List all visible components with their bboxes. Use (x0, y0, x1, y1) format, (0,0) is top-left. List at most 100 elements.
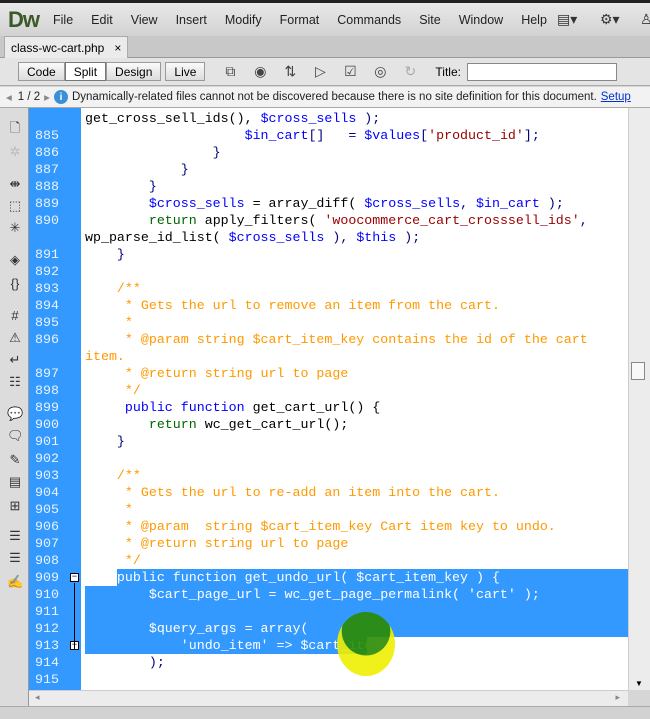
code-line[interactable]: 888 } (29, 178, 628, 195)
code-line[interactable]: 896 * @param string $cart_item_key conta… (29, 331, 628, 348)
fold-toggle-icon[interactable]: − (70, 573, 79, 582)
balance-braces-icon[interactable]: {} (7, 276, 23, 292)
file-management-icon[interactable]: ⇅ (279, 63, 301, 81)
menu-site[interactable]: Site (419, 13, 441, 27)
word-wrap-icon[interactable]: ↵ (7, 352, 23, 368)
code-text: $query_args = array( (85, 620, 309, 637)
collapse-selection-icon[interactable]: ⬚ (7, 198, 23, 214)
code-line[interactable]: 915 (29, 671, 628, 688)
multiscreen-icon[interactable]: ⧉ (219, 63, 241, 81)
code-line[interactable]: 887 } (29, 161, 628, 178)
code-line[interactable]: 890 return apply_filters( 'woocommerce_c… (29, 212, 628, 229)
select-parent-tag-icon[interactable]: ◈ (7, 252, 23, 268)
close-icon[interactable]: × (114, 41, 121, 55)
line-numbers-icon[interactable]: # (7, 308, 23, 324)
code-token: */ (85, 553, 141, 568)
code-line[interactable]: 904 * Gets the url to re-add an item int… (29, 484, 628, 501)
title-label: Title: (435, 64, 461, 79)
remove-comment-icon[interactable]: 🗨 (7, 428, 24, 444)
code-line[interactable]: 886 } (29, 144, 628, 161)
code-line[interactable]: 902 (29, 450, 628, 467)
browser-preview-icon[interactable]: ◉ (249, 63, 271, 81)
layout-icon[interactable]: ▤▾ (557, 11, 577, 28)
code-line[interactable]: 897 * @return string url to page (29, 365, 628, 382)
document-tab[interactable]: class-wc-cart.php × (4, 36, 129, 58)
code-token: $cross_sells (260, 111, 357, 126)
code-line[interactable]: 899 public function get_cart_url() { (29, 399, 628, 416)
outdent-icon[interactable]: ☰ (7, 550, 23, 566)
highlight-invalid-icon[interactable]: ⚠ (7, 330, 23, 346)
scroll-left-icon[interactable]: ◂ (35, 692, 40, 703)
code-line[interactable]: 900 return wc_get_cart_url(); (29, 416, 628, 433)
code-line[interactable]: 906 * @param string $cart_item_key Cart … (29, 518, 628, 535)
code-line[interactable]: 894 * Gets the url to remove an item fro… (29, 297, 628, 314)
next-arrow-icon[interactable]: ▸ (44, 90, 50, 104)
format-source-icon[interactable]: ✍ (7, 574, 23, 590)
scrollbar-thumb[interactable] (631, 362, 645, 380)
setup-link[interactable]: Setup (601, 91, 631, 103)
code-token: /** (85, 468, 141, 483)
menu-help[interactable]: Help (521, 13, 547, 27)
code-view-button[interactable]: Code (18, 62, 65, 81)
code-line[interactable]: 911 (29, 603, 628, 620)
code-line[interactable]: 914 ); (29, 654, 628, 671)
code-line[interactable]: 903 /** (29, 467, 628, 484)
open-documents-icon[interactable]: 🗋 (7, 120, 23, 136)
prev-arrow-icon[interactable]: ◂ (6, 90, 12, 104)
vertical-scrollbar[interactable]: ▼ (628, 108, 650, 690)
validate-icon[interactable]: ☑ (339, 63, 361, 81)
menu-edit[interactable]: Edit (91, 13, 113, 27)
show-code-navigator-icon[interactable]: ✲ (7, 144, 23, 160)
collapse-tag-icon[interactable]: ⇼ (7, 176, 23, 192)
code-line[interactable]: 909 − public function get_undo_url( $cart… (29, 569, 628, 586)
expand-all-icon[interactable]: ✳ (7, 220, 23, 236)
code-line[interactable]: 907 * @return string url to page (29, 535, 628, 552)
menu-window[interactable]: Window (459, 13, 503, 27)
code-token: wc_get_cart_url(); (196, 417, 349, 432)
menu-file[interactable]: File (53, 13, 73, 27)
code-line[interactable]: 912 $query_args = array( (29, 620, 628, 637)
code-line[interactable]: wp_parse_id_list( $cross_sells ), $this … (29, 229, 628, 246)
code-line[interactable]: item. (29, 348, 628, 365)
code-line[interactable]: 889 $cross_sells = array_diff( $cross_se… (29, 195, 628, 212)
code-line[interactable]: 908 */ (29, 552, 628, 569)
code-line[interactable]: 905 * (29, 501, 628, 518)
code-line[interactable]: 901 } (29, 433, 628, 450)
code-line[interactable]: 893 /** (29, 280, 628, 297)
move-css-icon[interactable]: ⊞ (7, 498, 23, 514)
gear-icon[interactable]: ⚙▾ (600, 11, 620, 28)
menu-modify[interactable]: Modify (225, 13, 262, 27)
apply-comment-icon[interactable]: 💬 (7, 406, 23, 422)
code-line[interactable]: get_cross_sell_ids(), $cross_sells ); (29, 110, 628, 127)
indent-icon[interactable]: ☰ (7, 528, 23, 544)
menu-commands[interactable]: Commands (337, 13, 401, 27)
recent-snippets-icon[interactable]: ▤ (7, 474, 23, 490)
code-line[interactable]: 895 * (29, 314, 628, 331)
menu-insert[interactable]: Insert (176, 13, 207, 27)
code-token: [] = (308, 128, 365, 143)
wrap-tag-icon[interactable]: ✎ (7, 452, 23, 468)
code-line[interactable]: 910 $cart_page_url = wc_get_page_permali… (29, 586, 628, 603)
code-line[interactable]: 913− 'undo_item' => $cart_item_key, (29, 637, 628, 654)
horizontal-scrollbar[interactable]: ◂ ▸ (29, 690, 628, 706)
visual-aids-icon[interactable]: ◎ (369, 63, 391, 81)
menu-format[interactable]: Format (280, 13, 320, 27)
split-view-button[interactable]: Split (64, 62, 107, 81)
code-line[interactable]: 898 */ (29, 382, 628, 399)
scroll-down-icon[interactable]: ▼ (635, 679, 643, 688)
code-line[interactable]: 885 $in_cart[] = $values['product_id']; (29, 127, 628, 144)
syntax-error-icon[interactable]: ☷ (7, 374, 23, 390)
inspect-icon[interactable]: ▷ (309, 63, 331, 81)
refresh-icon[interactable]: ↻ (399, 63, 421, 81)
extensions-icon[interactable]: ♙ (640, 11, 650, 28)
code-editor[interactable]: get_cross_sell_ids(), $cross_sells ); 885… (29, 108, 628, 690)
code-line[interactable]: 891 } (29, 246, 628, 263)
scroll-right-icon[interactable]: ▸ (615, 692, 620, 703)
live-view-button[interactable]: Live (165, 62, 206, 81)
code-line[interactable]: 892 (29, 263, 628, 280)
code-token: * (85, 315, 133, 330)
menu-view[interactable]: View (131, 13, 158, 27)
title-input[interactable] (466, 62, 617, 81)
design-view-button[interactable]: Design (106, 62, 162, 81)
